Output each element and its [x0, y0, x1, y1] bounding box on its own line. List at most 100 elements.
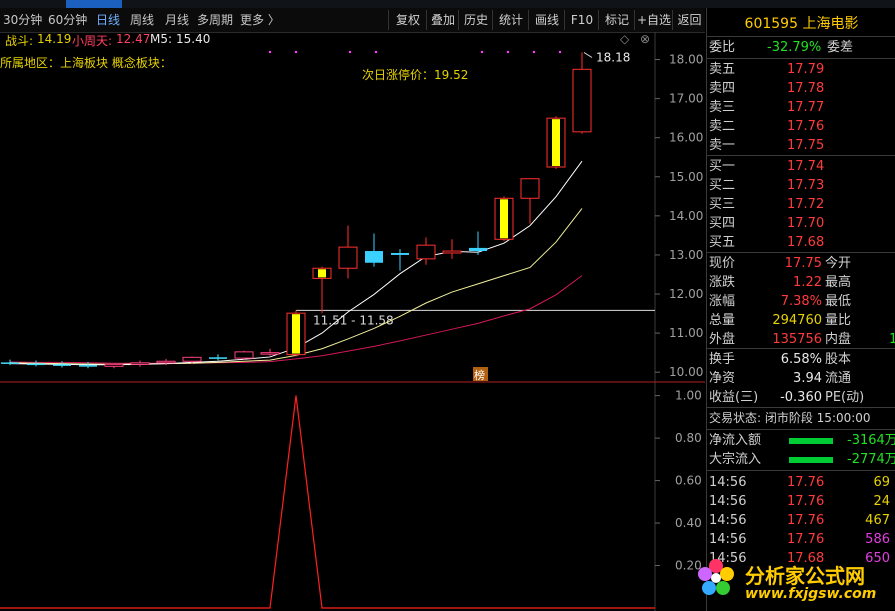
stat-value: 294760 — [772, 313, 822, 328]
bid-row[interactable]: 买三 17.72 — [707, 195, 895, 214]
candle-body — [520, 178, 540, 199]
candle-body — [130, 362, 150, 365]
bid-row[interactable]: 买一 17.74 — [707, 157, 895, 176]
price-tick-label: 14.00 — [669, 209, 703, 223]
candle-body — [182, 356, 202, 362]
tick-price: 17.76 — [787, 532, 825, 547]
stat-value: 135756 — [772, 332, 822, 347]
high-pointer — [583, 52, 593, 58]
kline-chart[interactable]: 18.00 17.00 16.00 15.00 14.00 13.00 12.00 11.00… — [0, 0, 705, 611]
limit-up-label: 次日涨停价：19.52 — [362, 67, 468, 82]
stat2-row: 换手 6.58% 股本 — [709, 352, 852, 367]
price-tick-label: 13.00 — [669, 248, 703, 262]
stat-value: 17.75 — [784, 256, 822, 271]
flow-row: 净流入额 -3164万 — [707, 431, 895, 450]
stat2-row: 净资 3.94 流通 — [709, 371, 852, 386]
candle-body — [391, 252, 409, 255]
tick-price: 17.76 — [787, 494, 825, 509]
flow-row: 大宗流入 -2774万 — [707, 450, 895, 469]
tick-row: 14:56 17.76 69 — [709, 475, 890, 490]
price-tick-label: 12.00 — [669, 287, 703, 301]
ask-price: 17.75 — [787, 138, 825, 153]
ask-row[interactable]: 卖三 17.77 — [707, 98, 895, 117]
candle-body — [79, 365, 97, 367]
quote-panel: 601595 上海电影 委比 -32.79% 委差 卖五 17.79 卖四 17… — [706, 8, 895, 611]
stat2-value: 3.94 — [793, 371, 822, 386]
tick-row: 14:56 17.76 24 — [709, 494, 890, 509]
weibi-value: -32.79% — [767, 40, 822, 55]
stat2-row: 收益(三) -0.360 PE(动) — [709, 390, 865, 405]
price-tick-label: 17.00 — [669, 92, 703, 106]
candle-body — [260, 352, 280, 355]
tick-volume: 586 — [865, 532, 890, 547]
ask-row[interactable]: 卖四 17.78 — [707, 79, 895, 98]
ask-row[interactable]: 卖五 17.79 — [707, 60, 895, 79]
trade-status: 交易状态: 闭市阶段 15:00:00 — [709, 411, 871, 425]
candle-body — [469, 247, 487, 252]
tick-price: 17.76 — [787, 513, 825, 528]
tick-volume: 69 — [873, 475, 890, 490]
ask-row[interactable]: 卖一 17.75 — [707, 136, 895, 155]
stat-row: 涨跌 1.22 最高 — [709, 275, 852, 290]
price-tick-label: 11.00 — [669, 326, 703, 340]
price-tick-label: 10.00 — [669, 365, 703, 379]
stock-title: 601595 上海电影 — [744, 16, 859, 32]
stat-value-2: 1 — [889, 332, 895, 347]
price-tick-label: 15.00 — [669, 170, 703, 184]
bid-row[interactable]: 买四 17.70 — [707, 214, 895, 233]
bid-price: 17.70 — [787, 216, 825, 231]
bid-price: 17.68 — [787, 235, 825, 250]
candle-body — [416, 244, 436, 260]
ask-price: 17.79 — [787, 62, 825, 77]
ask-price: 17.78 — [787, 81, 825, 96]
candle-body — [1, 362, 19, 364]
stat2-value: -0.360 — [780, 390, 822, 405]
indicator-tick-label: 0.60 — [675, 474, 702, 488]
signal-dot — [480, 50, 484, 54]
candle-body — [234, 351, 254, 359]
candle-body — [27, 363, 45, 366]
signal-dot — [506, 50, 510, 54]
signal-bar — [500, 199, 508, 239]
price-tick-label: 18.00 — [669, 53, 703, 67]
bang-marker: 榜 — [474, 368, 485, 382]
flow-value: -2774万 — [847, 452, 895, 467]
bid-row[interactable]: 买五 17.68 — [707, 233, 895, 252]
bid-price: 17.73 — [787, 178, 825, 193]
price-tick-label: 16.00 — [669, 131, 703, 145]
candle-body — [156, 360, 176, 364]
flow-value: -3164万 — [847, 433, 895, 448]
candle-body — [442, 250, 462, 254]
indicator-line — [0, 395, 655, 609]
stat-row: 涨幅 7.38% 最低 — [709, 294, 852, 309]
signal-dot — [268, 50, 272, 54]
signal-dot — [374, 50, 378, 54]
ask-row[interactable]: 卖二 17.76 — [707, 117, 895, 136]
signal-bar — [552, 119, 560, 167]
stat-row: 现价 17.75 今开 — [709, 256, 852, 271]
candle-body — [209, 357, 227, 359]
candle-body — [53, 364, 71, 366]
watermark-text: 分析家公式网 — [745, 564, 865, 588]
candle-body — [365, 251, 383, 263]
signal-dot — [532, 50, 536, 54]
ask-price: 17.77 — [787, 100, 825, 115]
signal-dot — [294, 50, 298, 54]
weibi-row: 委比 -32.79% 委差 — [709, 40, 854, 55]
tick-row: 14:56 17.76 467 — [709, 513, 890, 528]
signal-dot — [348, 50, 352, 54]
indicator-tick-label: 0.40 — [675, 516, 702, 530]
ask-price: 17.76 — [787, 119, 825, 134]
tick-price: 17.76 — [787, 475, 825, 490]
stat-row: 总量 294760 量比 — [709, 313, 852, 328]
tick-volume: 24 — [873, 494, 890, 509]
stat-value: 1.22 — [793, 275, 822, 290]
flow-bar — [789, 438, 833, 444]
signal-dot — [558, 50, 562, 54]
watermark-url: www.fxjgsw.com — [745, 586, 877, 602]
candle-body — [338, 246, 358, 269]
signal-bar — [292, 314, 300, 354]
tick-volume: 467 — [865, 513, 890, 528]
stat2-value: 6.58% — [780, 352, 822, 367]
bid-row[interactable]: 买二 17.73 — [707, 176, 895, 195]
